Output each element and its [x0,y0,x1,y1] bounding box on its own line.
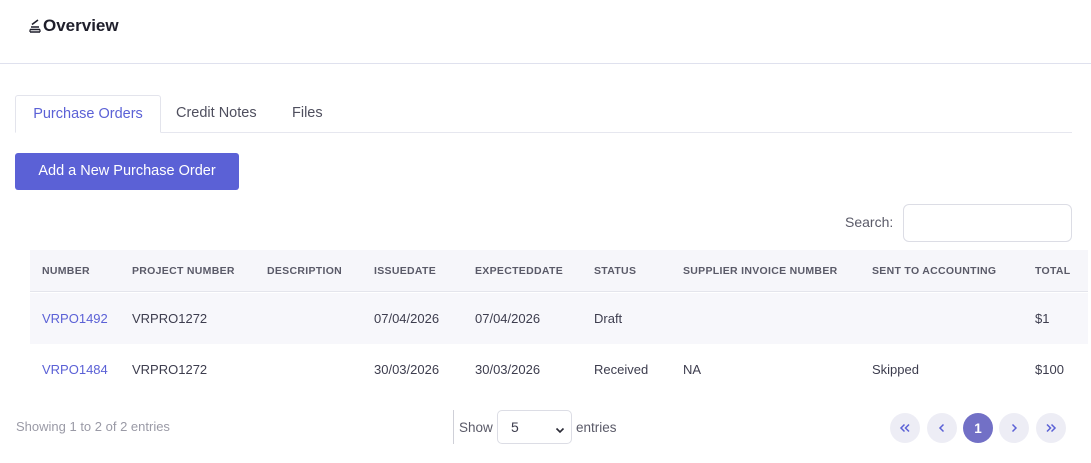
expected-date-cell: 30/03/2026 [475,362,541,377]
first-page-button[interactable] [890,413,920,443]
column-header-status[interactable]: STATUS [594,265,636,277]
add-purchase-order-button[interactable]: Add a New Purchase Order [15,153,239,190]
previous-page-button[interactable] [927,413,957,443]
project-number-cell: VRPRO1272 [132,362,208,377]
tab-files[interactable]: Files [292,95,323,132]
next-page-button[interactable] [999,413,1029,443]
page-size-select[interactable]: 5 [497,410,572,444]
tab-credit-notes[interactable]: Credit Notes [176,95,257,132]
table-row: VRPO1484 VRPRO1272 30/03/2026 30/03/2026… [30,344,1088,395]
sent-to-accounting-cell: Skipped [872,362,919,377]
po-number-link[interactable]: VRPO1484 [42,362,108,377]
tab-bar: Purchase Orders Credit Notes Files [15,95,1072,133]
column-header-expecteddate[interactable]: EXPECTEDDATE [475,265,563,277]
column-header-project-number[interactable]: PROJECT NUMBER [132,265,235,277]
page-title: Overview [28,16,119,36]
search-input[interactable] [903,204,1072,242]
total-cell: $1 [1035,311,1050,326]
total-cell: $100 [1035,362,1064,377]
status-cell: Draft [594,311,623,326]
table-header: NUMBER PROJECT NUMBER DESCRIPTION ISSUED… [30,250,1088,292]
issue-date-cell: 07/04/2026 [374,311,440,326]
show-label: Show [459,420,493,435]
stack-icon [28,18,42,34]
column-header-issuedate[interactable]: ISSUEDATE [374,265,436,277]
page-1-button[interactable]: 1 [963,413,993,443]
column-header-description[interactable]: DESCRIPTION [267,265,342,277]
status-cell: Received [594,362,649,377]
column-header-number[interactable]: NUMBER [42,265,90,277]
search-label: Search: [845,214,894,230]
chevron-left-icon [937,423,947,433]
po-number-link[interactable]: VRPO1492 [42,311,108,326]
table-info: Showing 1 to 2 of 2 entries [16,419,170,434]
page-header: Overview [0,0,1091,64]
chevron-down-icon [555,422,565,438]
double-chevron-right-icon [1045,423,1057,433]
entries-label: entries [576,420,617,435]
chevron-right-icon [1009,423,1019,433]
footer-divider [453,410,454,444]
tab-purchase-orders[interactable]: Purchase Orders [15,95,161,133]
page-size-value: 5 [511,419,519,435]
issue-date-cell: 30/03/2026 [374,362,440,377]
expected-date-cell: 07/04/2026 [475,311,541,326]
page-title-text: Overview [43,16,119,35]
project-number-cell: VRPRO1272 [132,311,208,326]
column-header-sent-to-accounting[interactable]: SENT TO ACCOUNTING [872,265,996,277]
last-page-button[interactable] [1036,413,1066,443]
supplier-invoice-cell: NA [683,362,702,377]
column-header-supplier-invoice-number[interactable]: SUPPLIER INVOICE NUMBER [683,265,838,277]
table-row: VRPO1492 VRPRO1272 07/04/2026 07/04/2026… [30,293,1088,344]
double-chevron-left-icon [899,423,911,433]
column-header-total[interactable]: TOTAL [1035,265,1071,277]
